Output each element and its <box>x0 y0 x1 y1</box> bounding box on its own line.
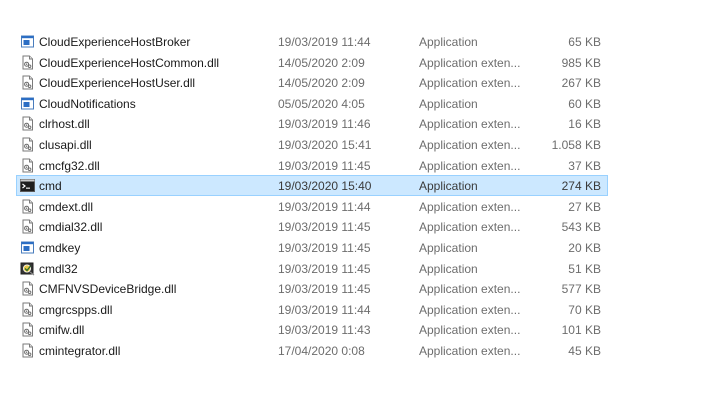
file-size: 543 KB <box>561 220 601 235</box>
file-type: Application exten... <box>419 158 521 173</box>
file-row-cloudexperiencehostcommon-dll[interactable]: CloudExperienceHostCommon.dll 14/05/2020 … <box>16 52 608 73</box>
file-name: cmifw.dll <box>39 323 85 338</box>
file-date-modified: 19/03/2019 11:44 <box>278 35 371 49</box>
app-icon <box>20 34 35 49</box>
file-name: CloudExperienceHostBroker <box>39 35 191 49</box>
file-size: 16 KB <box>568 117 601 132</box>
file-type: Application <box>419 240 478 255</box>
file-type: Application <box>419 179 478 194</box>
file-size: 20 KB <box>568 240 601 255</box>
file-date-modified: 19/03/2019 11:45 <box>278 220 371 235</box>
file-size: 27 KB <box>568 199 601 214</box>
file-date-modified: 19/03/2019 11:45 <box>278 240 371 255</box>
file-size: 1.058 KB <box>551 137 601 152</box>
dll-icon <box>20 302 35 317</box>
file-row-cmifw-dll[interactable]: cmifw.dll 19/03/2019 11:43 Application ext… <box>16 319 608 340</box>
dll-icon <box>20 75 35 90</box>
file-name: cmcfg32.dll <box>39 158 100 173</box>
file-type: Application exten... <box>419 343 521 358</box>
dll-icon <box>20 343 35 358</box>
dll-icon <box>20 199 35 214</box>
file-row-cmgrcspps-dll[interactable]: cmgrcspps.dll 19/03/2019 11:44 Application… <box>16 299 608 320</box>
file-size: 65 KB <box>568 35 601 49</box>
dll-icon <box>20 322 35 337</box>
file-name: cmdkey <box>39 240 81 255</box>
file-size: 985 KB <box>561 55 601 70</box>
file-size: 37 KB <box>568 158 601 173</box>
cmdl32-icon <box>20 261 35 276</box>
file-type: Application exten... <box>419 55 521 70</box>
file-type: Application <box>419 261 478 276</box>
file-type: Application <box>419 35 478 49</box>
file-date-modified: 19/03/2020 15:40 <box>278 179 372 194</box>
file-date-modified: 19/03/2019 11:44 <box>278 199 371 214</box>
dll-icon <box>20 137 35 152</box>
file-row-clrhost-dll[interactable]: clrhost.dll 19/03/2019 11:46 Application e… <box>16 113 608 134</box>
file-name: clrhost.dll <box>39 117 90 132</box>
file-name: CloudNotifications <box>39 96 136 111</box>
file-name: cmgrcspps.dll <box>39 302 113 317</box>
file-date-modified: 05/05/2020 4:05 <box>278 96 365 111</box>
file-row-cmcfg32-dll[interactable]: cmcfg32.dll 19/03/2019 11:45 Application e… <box>16 155 608 176</box>
file-type: Application exten... <box>419 137 521 152</box>
file-size: 70 KB <box>568 302 601 317</box>
dll-icon <box>20 219 35 234</box>
file-type: Application exten... <box>419 323 521 338</box>
file-date-modified: 19/03/2019 11:44 <box>278 302 371 317</box>
file-name: CloudExperienceHostCommon.dll <box>39 55 220 70</box>
file-name: clusapi.dll <box>39 137 92 152</box>
file-size: 101 KB <box>561 323 601 338</box>
file-date-modified: 14/05/2020 2:09 <box>278 76 365 91</box>
file-name: cmintegrator.dll <box>39 343 121 358</box>
file-date-modified: 19/03/2019 11:45 <box>278 158 371 173</box>
file-size: 51 KB <box>568 261 601 276</box>
file-row-cloudnotifications[interactable]: CloudNotifications 05/05/2020 4:05 Applica… <box>16 93 608 114</box>
file-size: 45 KB <box>568 343 601 358</box>
file-row-cmd[interactable]: cmd 19/03/2020 15:40 Application 274 KB <box>16 175 608 196</box>
file-size: 274 KB <box>561 179 601 194</box>
file-size: 577 KB <box>561 282 601 297</box>
file-name: cmdext.dll <box>39 199 94 214</box>
file-date-modified: 17/04/2020 0:08 <box>278 343 365 358</box>
file-size: 60 KB <box>568 96 601 111</box>
file-size: 267 KB <box>561 76 601 91</box>
file-type: Application exten... <box>419 302 521 317</box>
file-row-cmdkey[interactable]: cmdkey 19/03/2019 11:45 Application 20 KB <box>16 237 608 258</box>
app-icon <box>20 240 35 255</box>
file-row-cmdext-dll[interactable]: cmdext.dll 19/03/2019 11:44 Application ex… <box>16 196 608 217</box>
dll-icon <box>20 116 35 131</box>
file-date-modified: 19/03/2019 11:46 <box>278 117 371 132</box>
file-row-cmintegrator-dll[interactable]: cmintegrator.dll 17/04/2020 0:08 Applicati… <box>16 340 608 361</box>
file-name: cmdl32 <box>39 261 78 276</box>
app-icon <box>20 96 35 111</box>
file-type: Application <box>419 96 478 111</box>
file-name: cmd <box>39 179 62 194</box>
dll-icon <box>20 158 35 173</box>
file-date-modified: 19/03/2019 11:43 <box>278 323 371 338</box>
file-type: Application exten... <box>419 117 521 132</box>
file-name: CloudExperienceHostUser.dll <box>39 76 196 91</box>
file-date-modified: 19/03/2020 15:41 <box>278 137 372 152</box>
file-date-modified: 19/03/2019 11:45 <box>278 282 371 297</box>
file-type: Application exten... <box>419 199 521 214</box>
file-row-clusapi-dll[interactable]: clusapi.dll 19/03/2020 15:41 Application e… <box>16 134 608 155</box>
file-type: Application exten... <box>419 220 521 235</box>
file-row-cmdial32-dll[interactable]: cmdial32.dll 19/03/2019 11:45 Application … <box>16 216 608 237</box>
dll-icon <box>20 281 35 296</box>
cmd-icon <box>20 178 35 193</box>
file-date-modified: 14/05/2020 2:09 <box>278 55 365 70</box>
file-name: cmdial32.dll <box>39 220 103 235</box>
file-row-cloudexperiencehostbroker[interactable]: CloudExperienceHostBroker 19/03/2019 11:4… <box>16 31 608 52</box>
file-list: CloudExperienceHostBroker 19/03/2019 11:4… <box>16 31 608 361</box>
file-name: CMFNVSDeviceBridge.dll <box>39 282 177 297</box>
file-row-cmdl32[interactable]: cmdl32 19/03/2019 11:45 Application 51 KB <box>16 258 608 279</box>
file-row-cloudexperiencehostuser-dll[interactable]: CloudExperienceHostUser.dll 14/05/2020 2:… <box>16 72 608 93</box>
dll-icon <box>20 55 35 70</box>
file-date-modified: 19/03/2019 11:45 <box>278 261 371 276</box>
file-type: Application exten... <box>419 76 521 91</box>
file-row-cmfnvsdevicebridge-dll[interactable]: CMFNVSDeviceBridge.dll 19/03/2019 11:45 Ap… <box>16 278 608 299</box>
file-type: Application exten... <box>419 282 521 297</box>
